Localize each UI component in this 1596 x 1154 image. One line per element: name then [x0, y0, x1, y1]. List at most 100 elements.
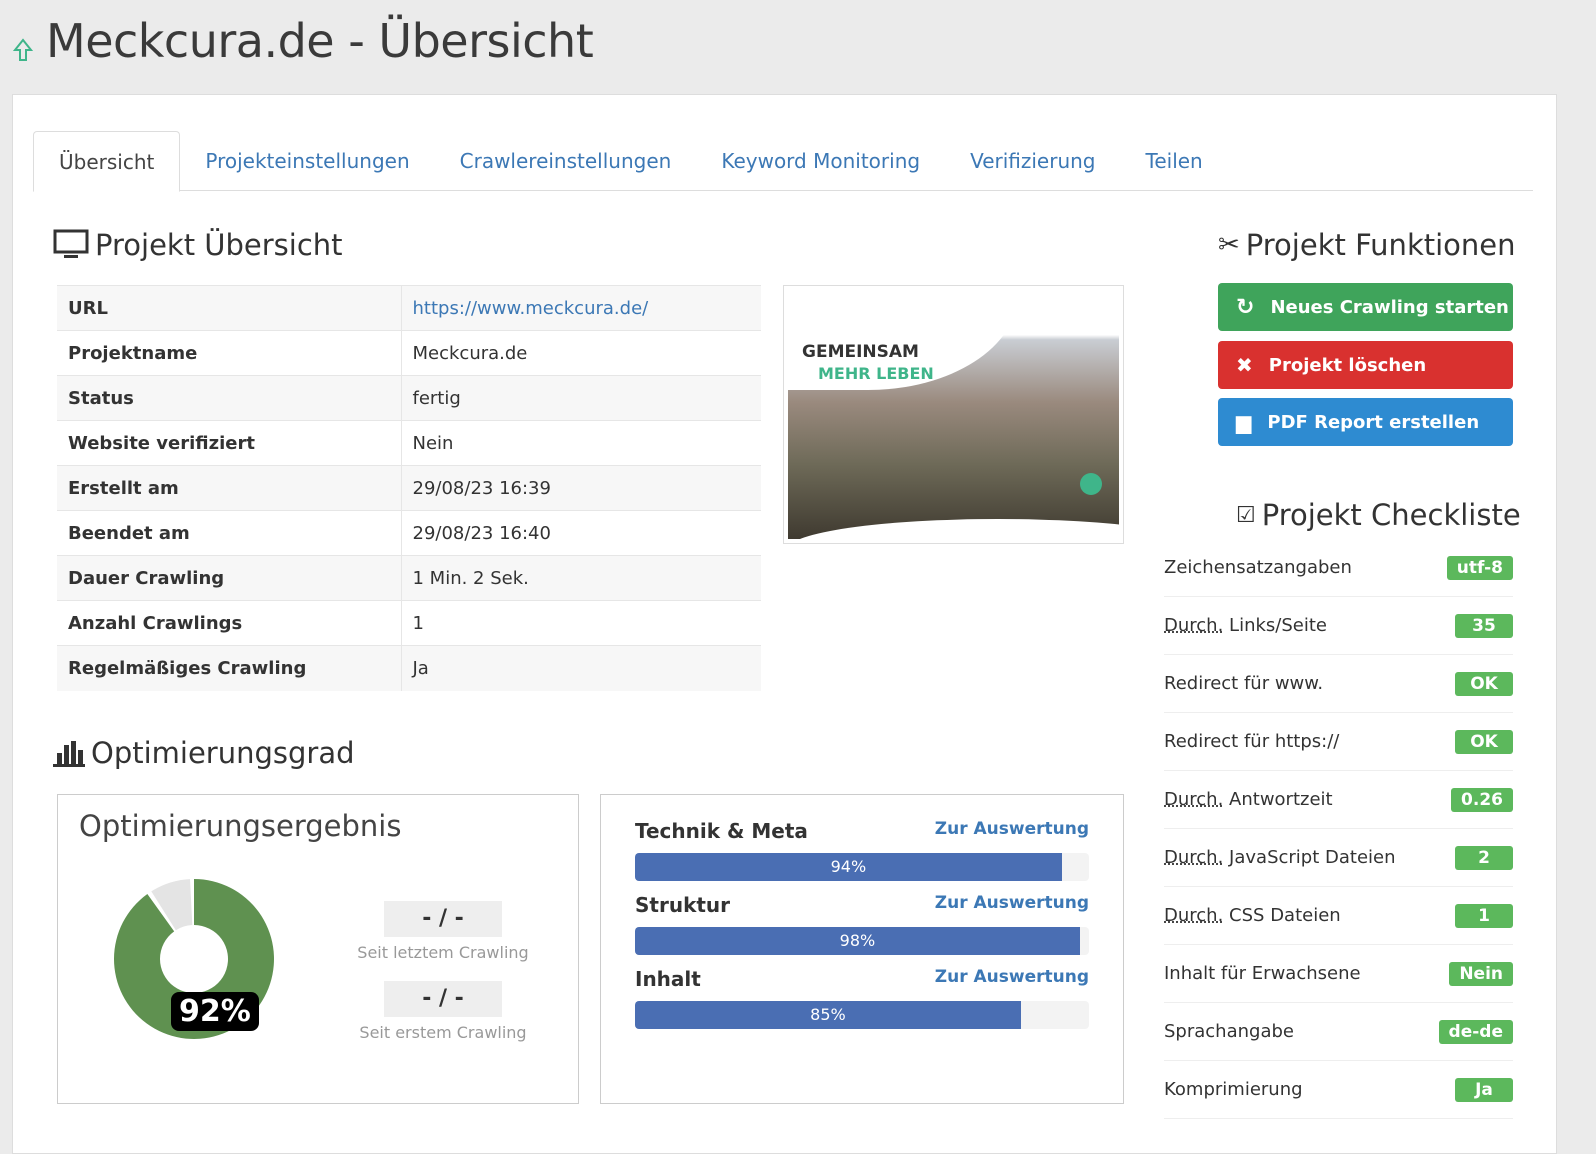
- check-square-icon: ☑: [1236, 502, 1256, 528]
- since-last-label: Seit letztem Crawling: [357, 943, 529, 962]
- row-key: Projektname: [57, 330, 402, 376]
- checklist-item: Sprachangabe de-de: [1164, 1003, 1513, 1061]
- row-value: 29/08/23 16:39: [412, 477, 551, 499]
- checklist-item: Durch. CSS Dateien 1: [1164, 887, 1513, 945]
- evaluation-link[interactable]: Zur Auswertung: [935, 819, 1089, 839]
- pdf-report-button[interactable]: ▆ PDF Report erstellen: [1218, 398, 1513, 446]
- checklist-label-text: Links/Seite: [1229, 615, 1327, 636]
- play-icon: [1080, 473, 1102, 495]
- row-key: Erstellt am: [57, 465, 402, 511]
- page-title: Meckcura.de - Übersicht: [46, 14, 594, 68]
- functions-title: Projekt Funktionen: [1245, 228, 1516, 262]
- new-crawl-button[interactable]: ↻ Neues Crawling starten: [1218, 283, 1513, 331]
- optimization-heading: Optimierungsgrad: [53, 736, 355, 770]
- row-value-cell: 29/08/23 16:39: [401, 465, 761, 511]
- table-row: Erstellt am 29/08/23 16:39: [57, 465, 761, 511]
- tab-verifizierung[interactable]: Verifizierung: [945, 131, 1120, 190]
- checklist-badge: Nein: [1449, 961, 1513, 986]
- table-row: Status fertig: [57, 375, 761, 421]
- category-progress-bar: 85%: [635, 1001, 1089, 1029]
- row-value-cell: Nein: [401, 420, 761, 466]
- checklist-title: Projekt Checkliste: [1261, 498, 1521, 532]
- logo-icon: [12, 38, 34, 61]
- table-row: URL https://www.meckcura.de/: [57, 285, 761, 331]
- tab-bar: Übersicht Projekteinstellungen Crawlerei…: [33, 131, 1533, 192]
- progress-fill: 85%: [635, 1001, 1021, 1029]
- checklist-label: Durch. CSS Dateien: [1164, 905, 1341, 926]
- category-scores-box: Technik & Meta Zur Auswertung 94% Struktu…: [600, 794, 1124, 1104]
- optimization-result-box: Optimierungsergebnis 92% - / - Seit letz…: [57, 794, 579, 1104]
- checklist-item: Durch. JavaScript Dateien 2: [1164, 829, 1513, 887]
- result-title: Optimierungsergebnis: [79, 809, 402, 843]
- optimization-title: Optimierungsgrad: [91, 736, 355, 770]
- overview-table: URL https://www.meckcura.de/Projektname Me…: [57, 285, 761, 691]
- checklist-badge: 0.26: [1451, 787, 1513, 812]
- category-label: Technik & Meta: [635, 819, 808, 843]
- since-first-value: - / -: [384, 981, 502, 1017]
- row-value-cell: 1 Min. 2 Sek.: [401, 555, 761, 601]
- table-row: Projektname Meckcura.de: [57, 330, 761, 376]
- checklist-label-text: Redirect für https://: [1164, 731, 1340, 752]
- tab-crawlereinstellungen[interactable]: Crawlereinstellungen: [435, 131, 697, 190]
- url-link[interactable]: https://www.meckcura.de/: [413, 298, 649, 319]
- checklist-badge: OK: [1455, 729, 1513, 754]
- close-icon: ✖: [1236, 353, 1253, 377]
- checklist-badge: 2: [1455, 845, 1513, 870]
- tab-keyword-monitoring[interactable]: Keyword Monitoring: [696, 131, 945, 190]
- abbr: Durch.: [1164, 847, 1224, 868]
- abbr: Durch.: [1164, 789, 1224, 810]
- button-label: Neues Crawling starten: [1270, 296, 1509, 318]
- table-row: Regelmäßiges Crawling Ja: [57, 645, 761, 691]
- row-value-cell: Ja: [401, 645, 761, 691]
- row-value: Nein: [412, 432, 454, 454]
- table-row: Website verifiziert Nein: [57, 420, 761, 466]
- row-value-cell: https://www.meckcura.de/: [401, 285, 761, 331]
- since-first-label: Seit erstem Crawling: [359, 1023, 527, 1042]
- checklist-label: Durch. Links/Seite: [1164, 615, 1327, 636]
- row-value: 1 Min. 2 Sek.: [412, 567, 529, 589]
- category-progress-bar: 94%: [635, 853, 1089, 881]
- tab-uebersicht[interactable]: Übersicht: [33, 131, 181, 192]
- checklist-label-text: Komprimierung: [1164, 1079, 1303, 1100]
- abbr: Durch.: [1164, 905, 1224, 926]
- row-key: Regelmäßiges Crawling: [57, 645, 402, 691]
- evaluation-link[interactable]: Zur Auswertung: [935, 893, 1089, 913]
- button-label: PDF Report erstellen: [1267, 411, 1480, 433]
- tools-icon: ✂: [1218, 230, 1240, 260]
- checklist-item: Durch. Links/Seite 35: [1164, 597, 1513, 655]
- checklist-badge: 1: [1455, 903, 1513, 928]
- since-last-value: - / -: [384, 901, 502, 937]
- tab-projekteinstellungen[interactable]: Projekteinstellungen: [180, 131, 434, 190]
- row-key: Status: [57, 375, 402, 421]
- screenshot-headline: GEMEINSAM: [802, 342, 919, 362]
- checklist-label: Redirect für www.: [1164, 673, 1323, 694]
- functions-heading: ✂ Projekt Funktionen: [1218, 228, 1516, 262]
- checklist-badge: 35: [1455, 613, 1513, 638]
- evaluation-link[interactable]: Zur Auswertung: [935, 967, 1089, 987]
- checklist-item: Inhalt für Erwachsene Nein: [1164, 945, 1513, 1003]
- checklist-item: Komprimierung Ja: [1164, 1061, 1513, 1119]
- website-screenshot: GEMEINSAM MEHR LEBEN: [783, 285, 1124, 544]
- table-row: Anzahl Crawlings 1: [57, 600, 761, 646]
- table-row: Dauer Crawling 1 Min. 2 Sek.: [57, 555, 761, 601]
- checklist-label-text: Sprachangabe: [1164, 1021, 1294, 1042]
- checklist-label: Redirect für https://: [1164, 731, 1339, 752]
- delete-project-button[interactable]: ✖ Projekt löschen: [1218, 341, 1513, 389]
- row-value: 29/08/23 16:40: [412, 522, 551, 544]
- row-key: Dauer Crawling: [57, 555, 402, 601]
- checklist-label-text: Zeichensatzangaben: [1164, 557, 1352, 578]
- checklist-item: Redirect für https:// OK: [1164, 713, 1513, 771]
- progress-fill: 94%: [635, 853, 1062, 881]
- checklist-item: Durch. Antwortzeit 0.26: [1164, 771, 1513, 829]
- checklist-badge: OK: [1455, 671, 1513, 696]
- checklist-heading: ☑ Projekt Checkliste: [1236, 498, 1521, 532]
- progress-fill: 98%: [635, 927, 1080, 955]
- checklist-label: Zeichensatzangaben: [1164, 557, 1352, 578]
- table-row: Beendet am 29/08/23 16:40: [57, 510, 761, 556]
- refresh-icon: ↻: [1236, 294, 1255, 320]
- checklist-label-text: Redirect für www.: [1164, 673, 1324, 694]
- tab-teilen[interactable]: Teilen: [1121, 131, 1228, 190]
- monitor-icon: [53, 229, 89, 258]
- row-value-cell: 29/08/23 16:40: [401, 510, 761, 556]
- category-progress-bar: 98%: [635, 927, 1089, 955]
